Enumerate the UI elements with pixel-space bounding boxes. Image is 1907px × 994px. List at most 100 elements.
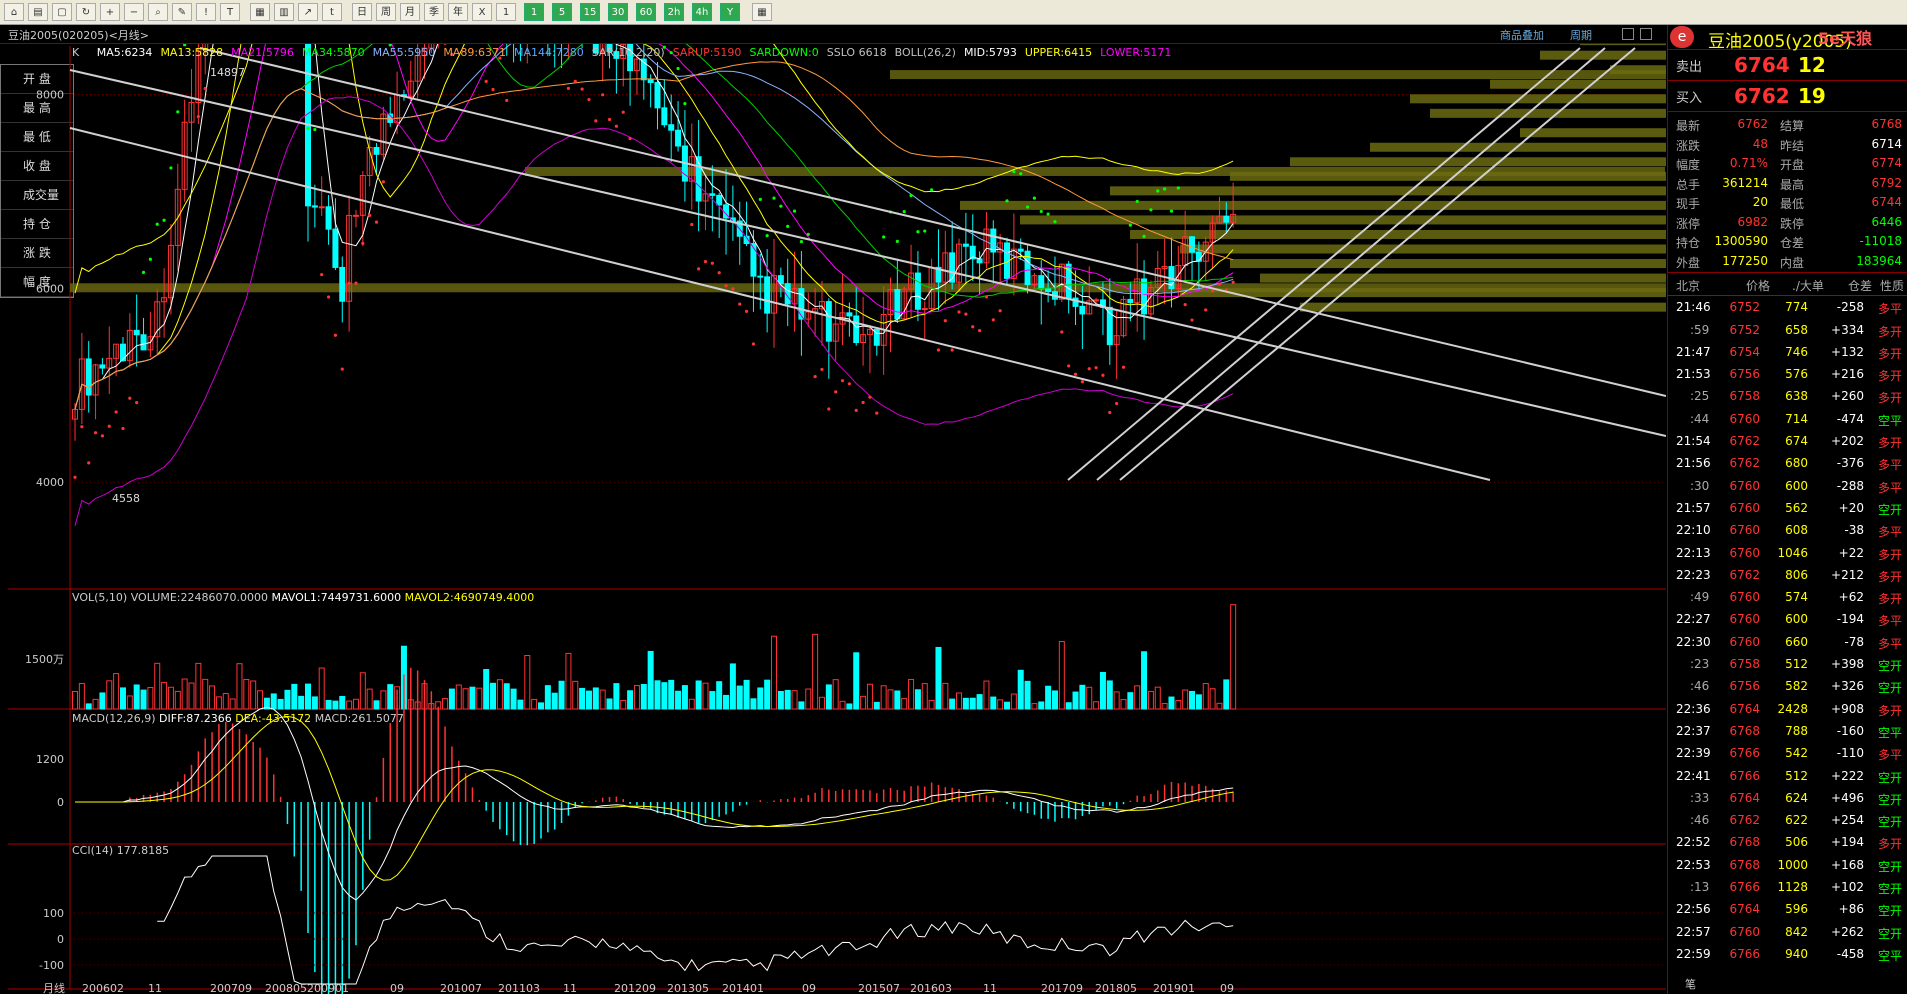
volume-bar bbox=[339, 695, 346, 710]
candle bbox=[373, 147, 380, 155]
toolbar-mini-1[interactable]: 1 bbox=[496, 3, 516, 21]
season-icon[interactable]: 季 bbox=[424, 3, 444, 21]
volume-bar bbox=[894, 690, 901, 710]
sar-dot bbox=[80, 425, 84, 429]
warning-icon[interactable]: ! bbox=[196, 3, 216, 21]
sar-dot bbox=[1231, 280, 1235, 284]
cci-label: CCI(14) bbox=[72, 844, 114, 857]
close-icon[interactable] bbox=[1640, 28, 1652, 40]
volume-bar bbox=[599, 689, 606, 710]
week-icon[interactable]: 周 bbox=[376, 3, 396, 21]
home-icon[interactable]: ⌂ bbox=[4, 3, 24, 21]
trade-nature: 多开 bbox=[1877, 391, 1902, 406]
x-axis-label: 200805 bbox=[265, 982, 307, 994]
ticks-tab[interactable]: 笔 bbox=[1685, 976, 1696, 992]
volume-bar bbox=[956, 692, 963, 710]
volume-bar bbox=[78, 682, 85, 710]
tick-icon[interactable]: t bbox=[322, 3, 342, 21]
month-icon[interactable]: 月 bbox=[400, 3, 420, 21]
day-icon[interactable]: 日 bbox=[352, 3, 372, 21]
sar-dot bbox=[587, 97, 591, 102]
period-button-1[interactable]: 5 bbox=[552, 3, 572, 21]
calendar-icon[interactable]: ▦ bbox=[752, 3, 772, 21]
period-button-2[interactable]: 15 bbox=[580, 3, 600, 21]
period-button-5[interactable]: 2h bbox=[664, 3, 684, 21]
period-button-0[interactable]: 1 bbox=[524, 3, 544, 21]
candle bbox=[647, 79, 654, 84]
price-tick: 6000 bbox=[36, 282, 64, 295]
window-toggle-icon[interactable] bbox=[1622, 28, 1634, 40]
trade-price: 6760 bbox=[1729, 500, 1760, 515]
period-button-4[interactable]: 60 bbox=[636, 3, 656, 21]
volume-bar bbox=[483, 669, 490, 710]
volume-bar bbox=[291, 683, 298, 710]
trade-price: 6760 bbox=[1729, 924, 1760, 939]
folder-icon[interactable]: ▤ bbox=[28, 3, 48, 21]
trade-oi-change: -78 bbox=[1844, 634, 1864, 649]
volume-bar bbox=[887, 689, 894, 710]
volume-bar bbox=[469, 686, 476, 710]
period-link[interactable]: 周期 bbox=[1570, 27, 1592, 43]
sar-dot bbox=[176, 110, 180, 114]
volume-bar bbox=[791, 690, 798, 710]
line-chart-icon[interactable]: ↗ bbox=[298, 3, 318, 21]
trade-price: 6766 bbox=[1729, 746, 1760, 761]
main-chart[interactable]: 8000 6000 4000 14897 4558 1500万 1200 0 100 0 -100 月… bbox=[0, 44, 1666, 994]
zoom-out-icon[interactable]: − bbox=[124, 3, 144, 21]
trade-volume: 600 bbox=[1785, 478, 1808, 493]
sar-dot bbox=[614, 124, 618, 128]
table-icon[interactable]: ▥ bbox=[274, 3, 294, 21]
trade-time: 22:52 bbox=[1676, 835, 1711, 850]
trade-time: :46 bbox=[1690, 679, 1710, 694]
pen-icon[interactable]: ✎ bbox=[172, 3, 192, 21]
overlay-commodity-link[interactable]: 商品叠加 bbox=[1500, 27, 1544, 43]
candle bbox=[825, 301, 832, 342]
zoom-in-icon[interactable]: + bbox=[100, 3, 120, 21]
cci-legend: CCI(14) 177.8185 bbox=[72, 844, 169, 857]
volume-bar bbox=[1175, 700, 1182, 710]
sar-dot bbox=[964, 312, 968, 316]
trade-row: 21:46 6752 774 -258 多平 bbox=[1668, 296, 1907, 318]
trade-volume: 574 bbox=[1785, 590, 1808, 605]
doc-icon[interactable]: ▢ bbox=[52, 3, 72, 21]
cci-value: 177.8185 bbox=[116, 844, 170, 857]
trade-volume: 596 bbox=[1785, 902, 1808, 917]
sar-dot bbox=[998, 309, 1002, 313]
trade-volume: 512 bbox=[1785, 657, 1808, 672]
grid-icon[interactable]: ▦ bbox=[250, 3, 270, 21]
trade-oi-change: +132 bbox=[1831, 344, 1864, 359]
candle bbox=[846, 312, 853, 317]
quote-value: 6982 bbox=[1737, 214, 1768, 229]
period-button-7[interactable]: Y bbox=[720, 3, 740, 21]
year-icon[interactable]: 年 bbox=[448, 3, 468, 21]
sar-dot bbox=[1217, 282, 1222, 286]
trade-volume: 1000 bbox=[1777, 857, 1808, 872]
trade-volume: 576 bbox=[1785, 367, 1808, 382]
search-icon[interactable]: ⌕ bbox=[148, 3, 168, 21]
sar-dot bbox=[813, 375, 817, 379]
tool-icon[interactable]: T bbox=[220, 3, 240, 21]
trade-volume: 788 bbox=[1785, 723, 1808, 738]
trade-nature: 多开 bbox=[1877, 569, 1902, 584]
trade-header-cell: 北京 bbox=[1676, 279, 1701, 293]
sar-dot bbox=[1183, 303, 1187, 307]
trade-row: 22:52 6768 506 +194 多开 bbox=[1668, 831, 1907, 853]
toolbar-mini-0[interactable]: X bbox=[472, 3, 492, 21]
trade-row: 21:54 6762 674 +202 多开 bbox=[1668, 430, 1907, 452]
volume-bar bbox=[1072, 691, 1079, 710]
candle bbox=[798, 288, 805, 320]
period-button-3[interactable]: 30 bbox=[608, 3, 628, 21]
refresh-icon[interactable]: ↻ bbox=[76, 3, 96, 21]
sar-dot bbox=[333, 333, 338, 337]
candle bbox=[133, 329, 140, 336]
period-button-6[interactable]: 4h bbox=[692, 3, 712, 21]
trade-nature: 空开 bbox=[1877, 792, 1902, 807]
sar-dot bbox=[991, 318, 995, 322]
candle bbox=[1017, 248, 1024, 252]
trade-nature: 空开 bbox=[1877, 502, 1902, 517]
volume-bar bbox=[551, 692, 558, 710]
volume-bar bbox=[1051, 690, 1058, 710]
trade-price: 6756 bbox=[1729, 367, 1760, 382]
trade-row: :59 6752 658 +334 多开 bbox=[1668, 319, 1907, 341]
sar-dot bbox=[1053, 220, 1057, 224]
